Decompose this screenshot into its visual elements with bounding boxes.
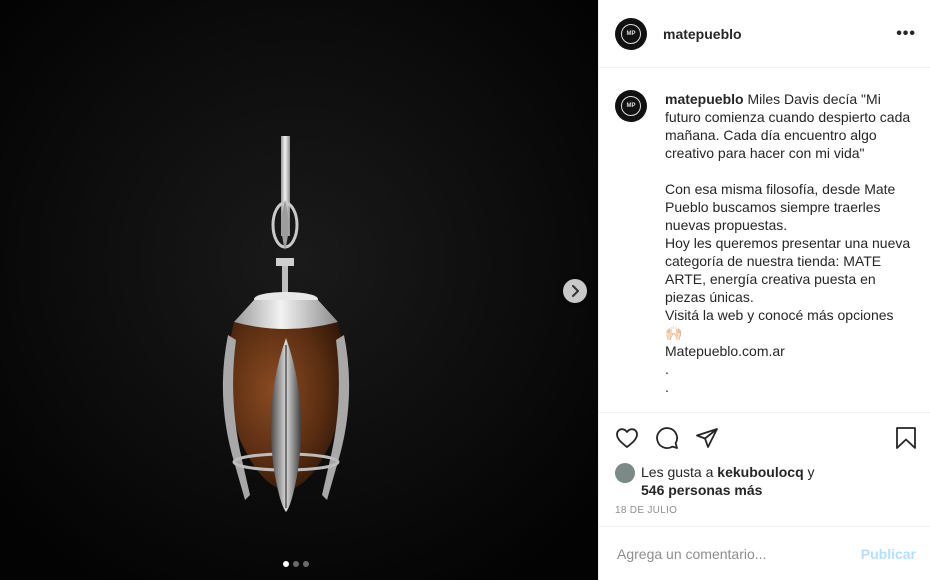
caption-username[interactable]: matepueblo	[665, 91, 744, 107]
post-sidebar: MP matepueblo ••• MP matepueblo Miles Da…	[598, 0, 930, 580]
post-dialog: MP matepueblo ••• MP matepueblo Miles Da…	[0, 0, 930, 580]
avatar-logo: MP	[621, 23, 641, 44]
share-icon[interactable]	[695, 426, 719, 450]
post-media[interactable]	[0, 0, 598, 580]
avatar-logo: MP	[621, 96, 641, 116]
liker-avatar[interactable]	[615, 463, 635, 483]
likes-summary: Les gusta a kekuboulocq y 546 personas m…	[599, 463, 930, 499]
carousel-dot	[303, 561, 309, 567]
caption-dot: .	[665, 379, 669, 395]
post-date[interactable]: 18 DE JULIO	[599, 501, 930, 516]
comment-input[interactable]	[615, 544, 861, 563]
likes-joiner: y	[803, 464, 815, 480]
caption-section: MP matepueblo Miles Davis decía "Mi futu…	[599, 68, 930, 413]
mate-gourd-photo	[0, 0, 598, 580]
carousel-dot	[283, 561, 289, 567]
caption-paragraph-3: Hoy les queremos presentar una nueva cat…	[665, 235, 911, 305]
liker-username[interactable]: kekuboulocq	[717, 464, 803, 480]
caption-text: matepueblo Miles Davis decía "Mi futuro …	[665, 90, 916, 412]
likes-prefix: Les gusta a	[641, 464, 718, 480]
carousel-indicator	[283, 561, 309, 567]
caption-emoji: 🙌🏻	[665, 325, 683, 341]
caption-dot: .	[665, 361, 669, 377]
heart-icon[interactable]	[615, 426, 639, 450]
publish-button[interactable]: Publicar	[861, 546, 916, 562]
bookmark-icon[interactable]	[894, 426, 918, 450]
chevron-right-icon	[572, 285, 579, 297]
next-slide-button[interactable]	[563, 279, 587, 303]
carousel-dot	[293, 561, 299, 567]
likes-count[interactable]: 546 personas más	[641, 482, 762, 498]
caption-link: Matepueblo.com.ar	[665, 343, 785, 359]
action-bar	[599, 413, 930, 463]
more-icon[interactable]: •••	[896, 25, 916, 43]
avatar[interactable]: MP	[615, 17, 647, 50]
likes-text: Les gusta a kekuboulocq y 546 personas m…	[641, 463, 815, 499]
caption-paragraph-4: Visitá la web y conocé más opciones	[665, 307, 894, 323]
comment-icon[interactable]	[655, 426, 679, 450]
comment-bar: Publicar	[599, 526, 930, 580]
header-username[interactable]: matepueblo	[663, 26, 896, 42]
caption-paragraph-2: Con esa misma filosofía, desde Mate Pueb…	[665, 181, 896, 233]
caption-avatar[interactable]: MP	[615, 90, 647, 122]
post-header: MP matepueblo •••	[599, 0, 930, 68]
